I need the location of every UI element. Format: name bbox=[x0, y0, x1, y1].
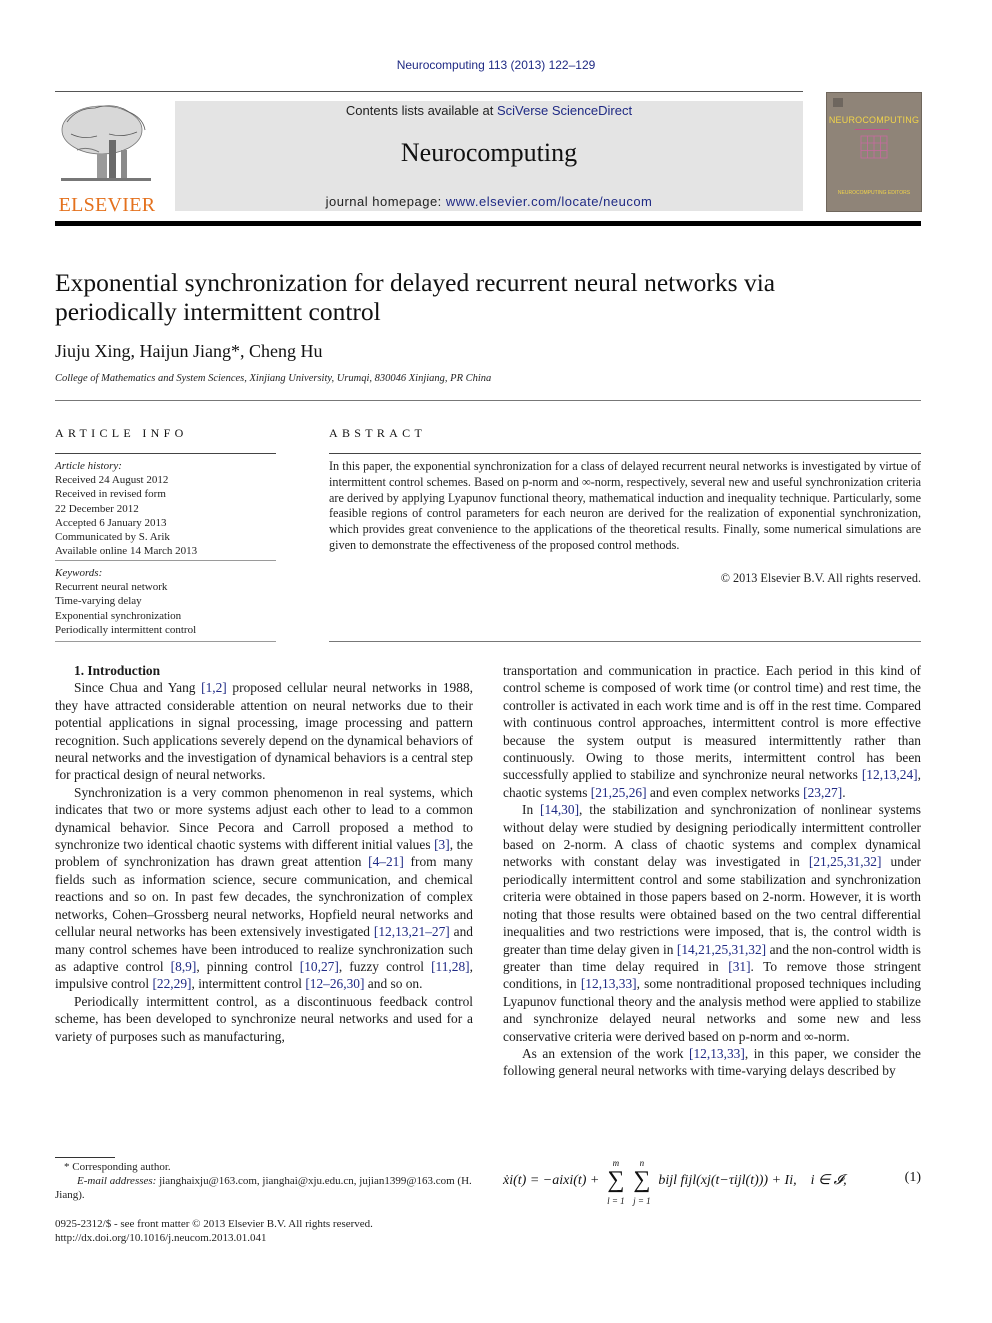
footnotes: * Corresponding author. E-mail addresses… bbox=[55, 1160, 475, 1202]
history-item: Accepted 6 January 2013 bbox=[55, 516, 167, 529]
citation-link[interactable]: [4–21] bbox=[368, 854, 404, 869]
elsevier-tree-icon bbox=[61, 105, 151, 181]
history-item: Available online 14 March 2013 bbox=[55, 545, 198, 558]
article-info-rule bbox=[55, 453, 276, 454]
abstract-heading: ABSTRACT bbox=[329, 426, 427, 440]
article-history-label: Article history: bbox=[55, 460, 122, 472]
cover-editors: NEUROCOMPUTING EDITORS bbox=[837, 190, 911, 196]
citation-link[interactable]: [21,25,31,32] bbox=[809, 854, 882, 869]
cover-title: NEUROCOMPUTING bbox=[828, 115, 920, 125]
body-paragraph: transportation and communication in prac… bbox=[503, 663, 921, 800]
citation-link[interactable]: [14,21,25,31,32] bbox=[677, 942, 766, 957]
doi-link[interactable]: http://dx.doi.org/10.1016/j.neucom.2013.… bbox=[55, 1231, 475, 1245]
abstract-text: In this paper, the exponential synchroni… bbox=[329, 459, 921, 552]
left-paragraphs: Since Chua and Yang [1,2] proposed cellu… bbox=[55, 679, 473, 1045]
citation-link[interactable]: [12,13,33] bbox=[581, 976, 637, 991]
section-title-introduction: 1. Introduction bbox=[74, 663, 161, 678]
journal-citation[interactable]: Neurocomputing 113 (2013) 122–129 bbox=[0, 58, 992, 72]
citation-link[interactable]: [22,29] bbox=[152, 976, 191, 991]
abstract-rule bbox=[329, 453, 921, 454]
citation-link[interactable]: [12,13,33] bbox=[689, 1046, 745, 1061]
equation-body: ẋi(t) = −aixi(t) + m ∑ l = 1 n ∑ j = 1 bijl f… bbox=[503, 1158, 847, 1206]
history-item: 22 December 2012 bbox=[55, 502, 139, 515]
elsevier-wordmark: ELSEVIER bbox=[58, 194, 156, 216]
equation-rhs: bijl fijl(xj(t−τijl(t))) + Ii, bbox=[658, 1173, 797, 1189]
homepage-link[interactable]: www.elsevier.com/locate/neucom bbox=[446, 194, 652, 209]
corresponding-author-note: * Corresponding author. bbox=[64, 1161, 171, 1173]
cover-publisher-icon bbox=[833, 98, 843, 107]
sum-j: n ∑ j = 1 bbox=[633, 1158, 651, 1206]
journal-name: Neurocomputing bbox=[400, 138, 578, 167]
citation-link[interactable]: [21,25,26] bbox=[591, 785, 647, 800]
history-item: Received 24 August 2012 bbox=[55, 474, 169, 487]
citation-link[interactable]: [12,13,24] bbox=[862, 767, 918, 782]
body-paragraph: In [14,30], the stabilization and synchr… bbox=[503, 802, 921, 1044]
body-right-column: transportation and communication in prac… bbox=[503, 662, 921, 1080]
abstract-bottom-rule bbox=[329, 641, 921, 642]
body-paragraph: As an extension of the work [12,13,33], … bbox=[503, 1045, 921, 1079]
citation-link[interactable]: [12–26,30] bbox=[305, 976, 364, 991]
citation-link[interactable]: [31] bbox=[728, 959, 750, 974]
equation-number: (1) bbox=[904, 1170, 921, 1185]
article-history: Article history: Received 24 August 2012… bbox=[55, 459, 277, 558]
history-item: Communicated by S. Arik bbox=[55, 531, 170, 544]
citation-link[interactable]: [14,30] bbox=[540, 802, 579, 817]
elsevier-logo[interactable]: ELSEVIER bbox=[55, 100, 159, 216]
body-paragraph: Since Chua and Yang [1,2] proposed cellu… bbox=[55, 680, 473, 783]
article-authors[interactable]: Jiuju Xing, Haijun Jiang*, Cheng Hu bbox=[55, 341, 323, 362]
email-note: E-mail addresses: jianghaixju@163.com, j… bbox=[55, 1175, 472, 1201]
keyword-item: Time-varying delay bbox=[55, 595, 142, 608]
body-paragraph: Synchronization is a very common phenome… bbox=[55, 784, 474, 992]
history-item: Received in revised form bbox=[55, 488, 166, 501]
citation-link[interactable]: [12,13,21–27] bbox=[374, 924, 450, 939]
right-paragraphs: transportation and communication in prac… bbox=[503, 662, 921, 1080]
keyword-item: Exponential synchronization bbox=[55, 609, 182, 622]
citation-link[interactable]: [10,27] bbox=[300, 959, 339, 974]
article-info-divider bbox=[55, 560, 276, 561]
citation-link[interactable]: [8,9] bbox=[171, 959, 197, 974]
sigma-icon: ∑ bbox=[633, 1167, 651, 1193]
keyword-item: Recurrent neural network bbox=[55, 581, 168, 594]
abstract-copyright: © 2013 Elsevier B.V. All rights reserved… bbox=[720, 571, 921, 585]
article-info-heading: ARTICLE INFO bbox=[55, 426, 188, 440]
equation-lhs: ẋi(t) = −aixi(t) + bbox=[503, 1173, 600, 1189]
body-left-column: 1. Introduction Since Chua and Yang [1,2… bbox=[55, 662, 473, 1045]
header-thick-rule bbox=[55, 221, 921, 226]
journal-cover-image[interactable]: NEUROCOMPUTING NEUROCOMPUTING EDITORS bbox=[826, 92, 922, 212]
journal-banner: Contents lists available at SciVerse Sci… bbox=[175, 101, 803, 211]
citation-link[interactable]: [23,27] bbox=[803, 785, 842, 800]
issn-block: 0925-2312/$ - see front matter © 2013 El… bbox=[55, 1217, 475, 1245]
sigma-icon: ∑ bbox=[607, 1167, 625, 1193]
keywords-label: Keywords: bbox=[55, 567, 103, 579]
body-paragraph: Periodically intermittent control, as a … bbox=[55, 993, 473, 1044]
header-rule bbox=[55, 91, 803, 92]
citation-link[interactable]: [1,2] bbox=[201, 680, 227, 695]
footnote-rule bbox=[55, 1157, 115, 1158]
sciencedirect-link[interactable]: SciVerse ScienceDirect bbox=[497, 103, 632, 118]
issn-line: 0925-2312/$ - see front matter © 2013 El… bbox=[55, 1218, 373, 1230]
citation-link[interactable]: [11,28] bbox=[431, 959, 470, 974]
keyword-item: Periodically intermittent control bbox=[55, 623, 197, 636]
cover-rule bbox=[855, 129, 889, 130]
equation-1: ẋi(t) = −aixi(t) + m ∑ l = 1 n ∑ j = 1 bijl f… bbox=[503, 1158, 921, 1206]
equation-condition: i ∈ 𝓘, bbox=[810, 1173, 847, 1189]
cover-grid-icon bbox=[860, 135, 888, 159]
journal-homepage: journal homepage: www.elsevier.com/locat… bbox=[325, 194, 653, 209]
sum-l: m ∑ l = 1 bbox=[607, 1158, 625, 1206]
citation-link[interactable]: [3] bbox=[434, 837, 450, 852]
author-affiliation: College of Mathematics and System Scienc… bbox=[55, 373, 492, 384]
article-title: Exponential synchronization for delayed … bbox=[55, 268, 776, 326]
keywords: Keywords: Recurrent neural network Time-… bbox=[55, 566, 277, 637]
title-rule bbox=[55, 400, 921, 401]
article-info-bottom-rule bbox=[55, 641, 276, 642]
contents-availability: Contents lists available at SciVerse Sci… bbox=[345, 103, 633, 118]
